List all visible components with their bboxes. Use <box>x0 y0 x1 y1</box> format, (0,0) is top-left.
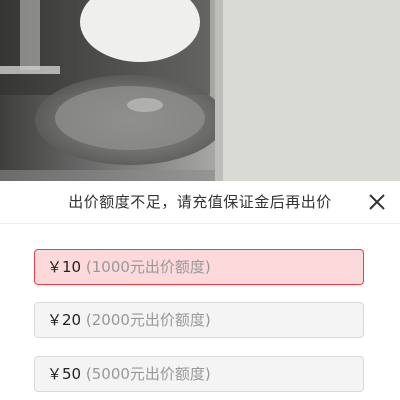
product-photo <box>0 0 400 181</box>
deposit-sheet: 出价额度不足，请充值保证金后再出价 ￥10 (1000元出价额度) ￥20 (2… <box>0 181 400 400</box>
sheet-header: 出价额度不足，请充值保证金后再出价 <box>0 181 400 224</box>
deposit-credit-note: (1000元出价额度) <box>85 258 211 276</box>
deposit-option-10[interactable]: ￥10 (1000元出价额度) <box>34 249 364 285</box>
deposit-credit-note: (5000元出价额度) <box>85 365 211 383</box>
deposit-credit-note: (2000元出价额度) <box>85 311 211 329</box>
close-button[interactable] <box>362 187 392 217</box>
close-icon <box>369 194 385 210</box>
glass-kettle-image <box>0 0 400 181</box>
deposit-amount: ￥10 <box>47 258 82 276</box>
deposit-amount: ￥20 <box>47 311 82 329</box>
deposit-option-20[interactable]: ￥20 (2000元出价额度) <box>34 302 364 338</box>
deposit-amount: ￥50 <box>47 365 82 383</box>
deposit-option-50[interactable]: ￥50 (5000元出价额度) <box>34 356 364 392</box>
sheet-title: 出价额度不足，请充值保证金后再出价 <box>68 193 332 211</box>
